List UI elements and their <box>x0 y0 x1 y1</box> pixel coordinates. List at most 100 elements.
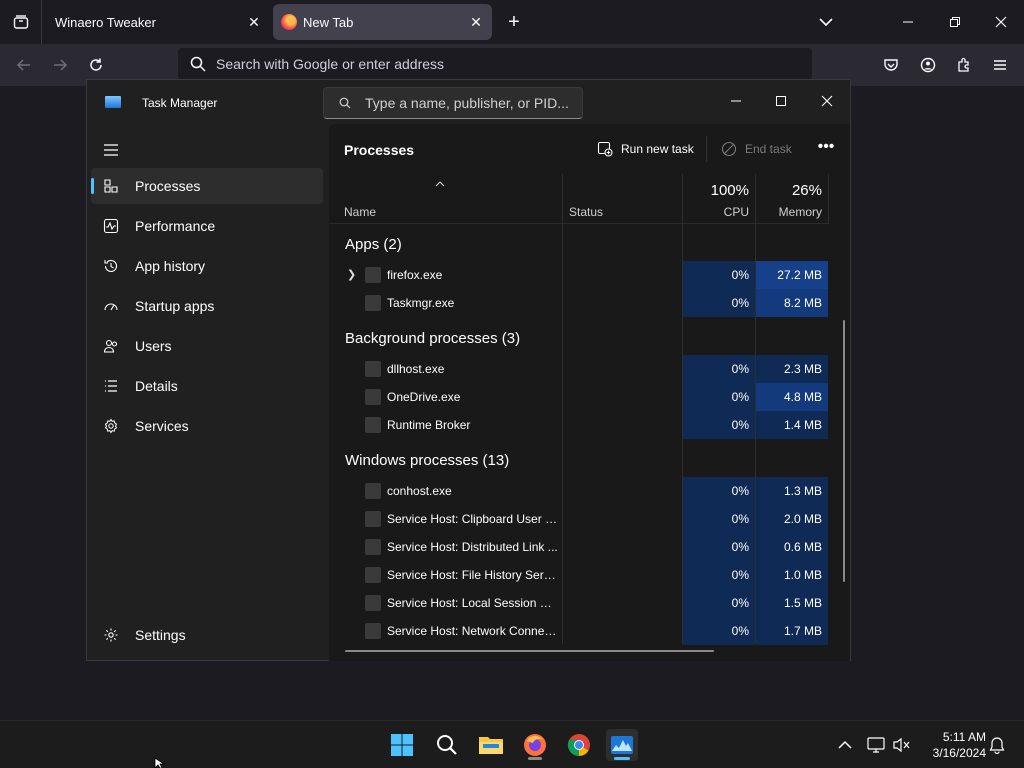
table-row[interactable]: ❯ firefox.exe 0% 27.2 MB <box>329 261 829 289</box>
file-explorer-button[interactable] <box>475 729 507 761</box>
hamburger-menu-icon <box>994 60 1006 70</box>
menu-button[interactable] <box>988 53 1012 77</box>
firefox-taskbar-button[interactable] <box>519 729 551 761</box>
account-icon <box>920 57 936 73</box>
task-manager-taskbar-button[interactable] <box>606 729 638 761</box>
group-header-background[interactable]: Background processes (3) <box>345 330 520 347</box>
chevron-down-icon[interactable] <box>816 12 836 32</box>
new-tab-button[interactable]: + <box>503 12 525 34</box>
restore-icon <box>950 17 960 27</box>
sidebar-item-startup-apps[interactable]: Startup apps <box>91 288 323 324</box>
tm-maximize-button[interactable] <box>766 86 796 116</box>
column-header-cpu[interactable]: CPU <box>683 205 749 219</box>
network-button[interactable] <box>866 735 886 755</box>
task-manager-icon <box>611 736 633 754</box>
processes-pane: Processes Run new task End task ••• Name… <box>329 124 850 661</box>
active-indicator <box>614 757 630 760</box>
table-row[interactable]: OneDrive.exe 0% 4.8 MB <box>329 383 829 411</box>
process-icon <box>365 539 381 555</box>
column-header-memory[interactable]: Memory <box>756 205 822 219</box>
cpu-value: 0% <box>683 289 755 317</box>
taskbar-search-button[interactable] <box>431 729 463 761</box>
close-tab-icon[interactable]: ✕ <box>468 14 484 30</box>
sidebar-item-label: Services <box>135 418 189 434</box>
sidebar-item-users[interactable]: Users <box>91 328 323 364</box>
end-task-button[interactable]: End task <box>721 136 792 162</box>
table-row[interactable]: Runtime Broker 0% 1.4 MB <box>329 411 829 439</box>
tm-minimize-button[interactable] <box>721 86 751 116</box>
chrome-taskbar-button[interactable] <box>563 729 595 761</box>
tab-list-icon <box>13 15 28 29</box>
process-search-input[interactable]: Type a name, publisher, or PID... <box>323 87 583 119</box>
system-clock[interactable]: 5:11 AM 3/16/2024 <box>918 729 986 761</box>
table-row[interactable]: Service Host: Clipboard User S... 0% 2.0… <box>329 505 829 533</box>
account-button[interactable] <box>916 53 940 77</box>
table-row[interactable]: Taskmgr.exe 0% 8.2 MB <box>329 289 829 317</box>
table-row[interactable]: Service Host: Distributed Link ... 0% 0.… <box>329 533 829 561</box>
horizontal-scrollbar[interactable] <box>345 650 714 652</box>
column-header-name[interactable]: Name <box>344 205 376 219</box>
close-tab-icon[interactable]: ✕ <box>246 14 262 30</box>
memory-value: 4.8 MB <box>756 383 828 411</box>
table-row[interactable]: dllhost.exe 0% 2.3 MB <box>329 355 829 383</box>
sidebar-item-services[interactable]: Services <box>91 408 323 444</box>
page-title: Processes <box>344 142 415 158</box>
tab-new-tab[interactable]: New Tab ✕ <box>273 4 492 40</box>
reload-button[interactable] <box>84 53 108 77</box>
notifications-button[interactable] <box>987 735 1007 755</box>
cpu-value: 0% <box>683 411 755 439</box>
app-history-icon <box>101 256 121 276</box>
process-icon <box>365 623 381 639</box>
forward-button[interactable] <box>48 53 72 77</box>
memory-value: 8.2 MB <box>756 289 828 317</box>
pocket-button[interactable] <box>879 53 903 77</box>
show-hidden-icons-button[interactable] <box>835 735 855 755</box>
firefox-icon <box>524 734 546 756</box>
list-all-tabs-button[interactable] <box>0 0 42 44</box>
table-row[interactable]: conhost.exe 0% 1.3 MB <box>329 477 829 505</box>
process-name: OneDrive.exe <box>387 390 461 404</box>
close-icon <box>821 95 833 107</box>
group-header-windows[interactable]: Windows processes (13) <box>345 452 509 469</box>
close-window-button[interactable] <box>986 8 1016 36</box>
sidebar-item-processes[interactable]: Processes <box>91 168 323 204</box>
search-icon <box>437 735 457 755</box>
back-button[interactable] <box>12 53 36 77</box>
memory-value: 1.7 MB <box>756 617 828 645</box>
more-options-button[interactable]: ••• <box>815 136 837 162</box>
settings-gear-icon <box>101 625 121 645</box>
group-header-apps[interactable]: Apps (2) <box>345 236 402 253</box>
clock-date: 3/16/2024 <box>932 746 986 760</box>
memory-value: 27.2 MB <box>756 261 828 289</box>
sidebar-item-details[interactable]: Details <box>91 368 323 404</box>
start-button[interactable] <box>386 729 418 761</box>
sidebar-item-label: Startup apps <box>135 298 215 314</box>
run-new-task-button[interactable]: Run new task <box>597 136 694 162</box>
process-name: Service Host: Distributed Link ... <box>387 540 558 554</box>
task-manager-app-icon <box>105 96 121 108</box>
address-placeholder: Search with Google or enter address <box>216 56 445 72</box>
vertical-scrollbar[interactable] <box>843 320 845 582</box>
address-bar[interactable]: Search with Google or enter address <box>178 48 812 80</box>
table-row[interactable]: Service Host: Local Session M... 0% 1.5 … <box>329 589 829 617</box>
table-row[interactable]: Service Host: File History Servi... 0% 1… <box>329 561 829 589</box>
column-header-status[interactable]: Status <box>569 205 603 219</box>
firefox-tab-icon <box>281 14 297 30</box>
chevron-right-icon[interactable]: ❯ <box>347 268 359 282</box>
hamburger-menu-icon[interactable] <box>101 140 121 160</box>
tm-close-button[interactable] <box>812 86 842 116</box>
process-icon <box>365 389 381 405</box>
volume-button[interactable] <box>892 735 912 755</box>
sidebar-item-performance[interactable]: Performance <box>91 208 323 244</box>
tab-winaero-tweaker[interactable]: Winaero Tweaker ✕ <box>44 4 270 40</box>
table-row[interactable]: Service Host: Network Connec... 0% 1.7 M… <box>329 617 829 645</box>
extensions-button[interactable] <box>952 53 976 77</box>
restore-button[interactable] <box>940 8 970 36</box>
back-arrow-icon <box>16 59 30 71</box>
minimize-button[interactable] <box>893 8 923 36</box>
sidebar-item-app-history[interactable]: App history <box>91 248 323 284</box>
sort-ascending-icon[interactable] <box>435 180 445 188</box>
running-indicator <box>528 757 542 760</box>
sidebar-item-settings[interactable]: Settings <box>91 617 323 653</box>
bell-icon <box>989 737 1005 754</box>
